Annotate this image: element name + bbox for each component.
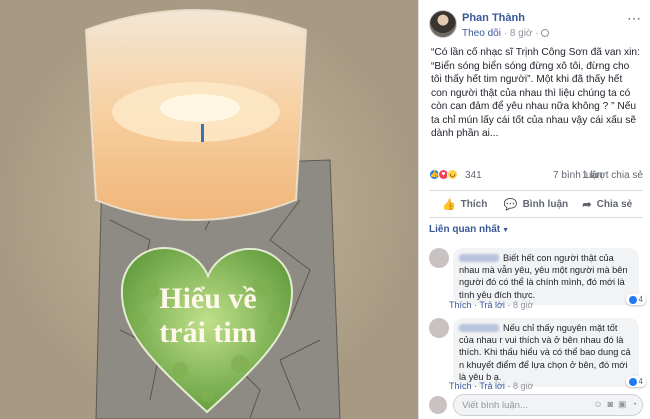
comment-like-count: 4 [638, 377, 643, 386]
comment-composer: ☺ ◙ ▣ ◔ [429, 394, 643, 416]
commenter-avatar[interactable] [429, 248, 449, 268]
comment-sort-dropdown[interactable]: Liên quan nhất ▼ [429, 224, 509, 235]
commenter-avatar[interactable] [429, 318, 449, 338]
commenter-name[interactable] [459, 324, 499, 332]
photo-illustration: Hiểu về trái tim [0, 0, 418, 419]
post-meta: Theo dõi · 8 giờ · [462, 28, 550, 39]
like-badge-icon [628, 377, 637, 386]
thumbs-up-icon: 👍 [441, 198, 456, 211]
comment-bubble-icon: 💬 [503, 198, 518, 211]
sort-label: Liên quan nhất [429, 224, 501, 235]
share-button[interactable]: ➦ Chia sẻ [572, 191, 643, 217]
comment-bubble: Biết hết con người thật của nhau mà vẫn … [453, 248, 639, 305]
sticker-icon[interactable]: ◔ [632, 399, 637, 410]
viewer-avatar [429, 396, 447, 414]
comment-button-label: Bình luận [522, 198, 569, 210]
camera-icon[interactable]: ◙ [608, 399, 613, 410]
share-arrow-icon: ➦ [582, 198, 592, 211]
share-button-label: Chia sẻ [596, 198, 633, 210]
emoji-icon[interactable]: ☺ [593, 399, 602, 410]
commenter-name[interactable] [459, 254, 499, 262]
comment-time[interactable]: 8 giờ [513, 381, 533, 391]
follow-link[interactable]: Theo dõi [462, 28, 501, 39]
post-stats: 👍 ♥ ◡ 341 7 bình luận 1 lượt chia sẻ [429, 168, 643, 184]
globe-icon [541, 29, 550, 37]
author-name[interactable]: Phan Thành [462, 12, 525, 24]
comment-time[interactable]: 8 giờ [513, 300, 533, 310]
comment-like-badge[interactable]: 4 [625, 376, 646, 387]
author-avatar[interactable] [429, 10, 457, 38]
haha-reaction-icon: ◡ [447, 169, 458, 180]
more-options-icon[interactable]: ⋯ [627, 10, 641, 27]
post-actions: 👍 Thích 💬 Bình luận ➦ Chia sẻ [429, 190, 643, 218]
post-photo[interactable]: Hiểu về trái tim [0, 0, 418, 419]
comment-bubble: Nếu chỉ thấy nguyên mặt tốt của nhau r v… [453, 318, 639, 388]
comment-like-count: 4 [638, 295, 643, 304]
like-button[interactable]: 👍 Thích [429, 191, 500, 217]
caret-down-icon: ▼ [502, 227, 510, 234]
post-text: “Có lần cố nhạc sĩ Trịnh Công Sơn đã van… [431, 47, 640, 139]
heart-text-line2: trái tim [159, 316, 256, 349]
gif-icon[interactable]: ▣ [618, 399, 627, 410]
comment-meta: Thích · Trả lời · 8 giờ [449, 300, 534, 310]
reaction-icons[interactable]: 👍 ♥ ◡ [429, 169, 458, 180]
composer-icons: ☺ ◙ ▣ ◔ [593, 399, 637, 410]
post-side-panel: Phan Thành Theo dõi · 8 giờ · ⋯ “Có lần … [418, 0, 650, 419]
post-header: Phan Thành Theo dõi · 8 giờ · ⋯ [429, 10, 643, 44]
post-time[interactable]: 8 giờ [510, 28, 533, 39]
comment-item: Nếu chỉ thấy nguyên mặt tốt của nhau r v… [429, 318, 643, 388]
comment-button[interactable]: 💬 Bình luận [500, 191, 571, 217]
comment-like-badge[interactable]: 4 [625, 294, 646, 305]
comment-reply-link[interactable]: Trả lời [479, 381, 505, 391]
comment-reply-link[interactable]: Trả lời [479, 300, 505, 310]
share-count[interactable]: 1 lượt chia sẻ [582, 170, 643, 181]
heart-text-line1: Hiểu về [159, 282, 257, 315]
comment-like-link[interactable]: Thích [449, 300, 472, 310]
reaction-count[interactable]: 341 [465, 170, 482, 181]
comment-meta: Thích · Trả lời · 8 giờ [449, 381, 534, 391]
like-badge-icon [628, 295, 637, 304]
like-button-label: Thích [460, 198, 488, 210]
comment-like-link[interactable]: Thích [449, 381, 472, 391]
